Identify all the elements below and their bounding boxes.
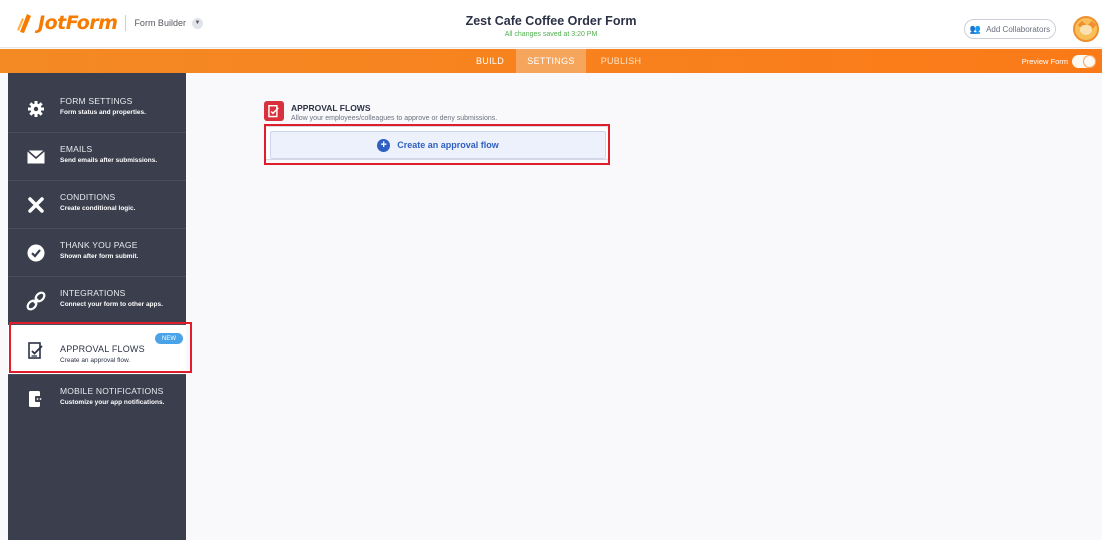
wrench-icon [26,195,46,215]
sidebar-item-label: THANK YOU PAGE [60,240,138,250]
check-circle-icon [26,243,46,263]
sidebar-item-desc: Form status and properties. [60,109,146,116]
create-button-highlight-box [264,124,610,165]
tab-build[interactable]: BUILD [470,49,510,73]
preview-form-control: Preview Form [1022,55,1096,68]
brand-divider [125,15,127,31]
sidebar-item-desc: Customize your app notifications. [60,399,165,406]
sidebar-item-label: MOBILE NOTIFICATIONS [60,386,164,396]
preview-form-toggle[interactable] [1072,55,1096,68]
sidebar-item-integrations[interactable]: INTEGRATIONS Connect your form to other … [8,277,186,325]
gear-icon [26,99,46,119]
form-title[interactable]: Zest Cafe Coffee Order Form [380,14,722,28]
envelope-icon [26,147,46,167]
top-header: JotForm Form Builder ▼ Zest Cafe Coffee … [0,0,1102,48]
brand-name: JotForm [38,12,118,34]
avatar-face [1080,25,1092,35]
settings-sidebar: FORM SETTINGS Form status and properties… [8,73,186,540]
chevron-down-icon[interactable]: ▼ [191,17,203,29]
avatar[interactable] [1073,16,1099,42]
form-title-area: Zest Cafe Coffee Order Form All changes … [380,14,722,38]
mobile-notification-icon [26,389,46,409]
toggle-knob [1084,56,1095,67]
link-icon [26,291,46,311]
sidebar-item-desc: Send emails after submissions. [60,157,158,164]
save-status: All changes saved at 3:20 PM [504,31,598,38]
form-builder-label: Form Builder [134,18,186,28]
sidebar-highlight-box [9,322,192,373]
add-collaborators-button[interactable]: 👥 Add Collaborators [964,19,1056,39]
brand[interactable]: JotForm Form Builder ▼ [16,12,203,34]
sidebar-item-thank-you-page[interactable]: THANK YOU PAGE Shown after form submit. [8,229,186,277]
builder-nav: BUILD SETTINGS PUBLISH Preview Form [0,49,1102,73]
section-title: APPROVAL FLOWS [291,103,371,113]
sidebar-item-label: EMAILS [60,144,93,154]
app-root: JotForm Form Builder ▼ Zest Cafe Coffee … [0,0,1102,540]
sidebar-item-emails[interactable]: EMAILS Send emails after submissions. [8,133,186,181]
sidebar-item-mobile-notifications[interactable]: MOBILE NOTIFICATIONS Customize your app … [8,375,186,423]
jotform-logo-icon [16,12,34,34]
people-icon: 👥 [969,23,982,34]
tab-publish[interactable]: PUBLISH [596,49,646,73]
sidebar-item-conditions[interactable]: CONDITIONS Create conditional logic. [8,181,186,229]
sidebar-item-desc: Create conditional logic. [60,205,136,212]
section-description: Allow your employees/colleagues to appro… [291,115,498,122]
sidebar-item-form-settings[interactable]: FORM SETTINGS Form status and properties… [8,85,186,133]
sidebar-item-label: CONDITIONS [60,192,116,202]
add-collaborators-label: Add Collaborators [986,24,1051,34]
tab-settings[interactable]: SETTINGS [516,49,586,73]
sidebar-item-desc: Shown after form submit. [60,253,139,260]
preview-form-label: Preview Form [1021,57,1068,66]
sidebar-item-desc: Connect your form to other apps. [60,301,163,308]
sidebar-item-label: INTEGRATIONS [60,288,126,298]
approval-section-icon [264,101,284,121]
sidebar-item-label: FORM SETTINGS [60,96,133,106]
